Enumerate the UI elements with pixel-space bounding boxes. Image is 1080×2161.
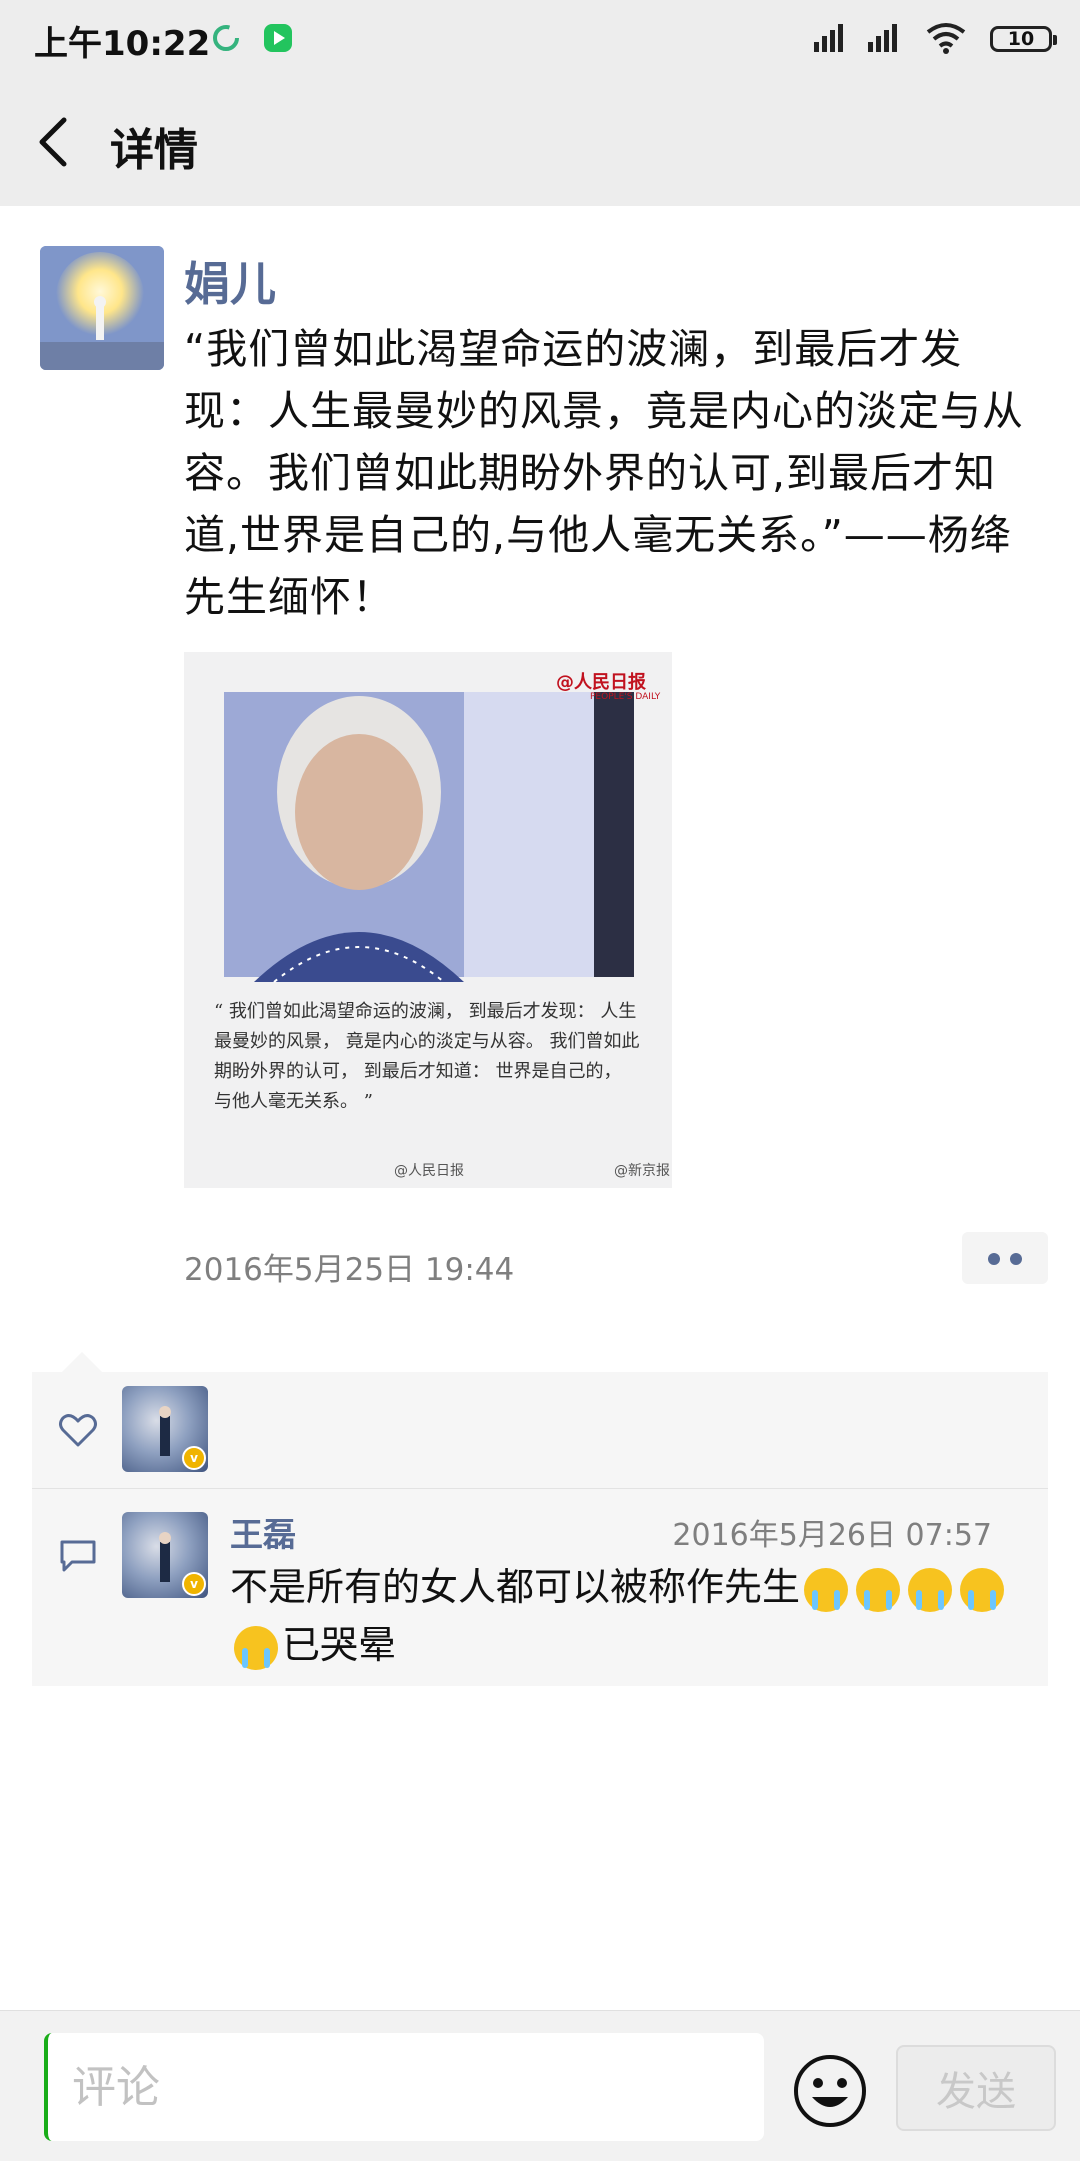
liker-avatar[interactable]: v — [122, 1386, 208, 1472]
comment-input[interactable] — [44, 2033, 764, 2141]
signal-icon-2 — [868, 24, 897, 52]
heart-icon — [59, 1414, 97, 1447]
image-credit-right: @新京报 — [614, 1163, 670, 1179]
send-button[interactable]: 发送 — [896, 2045, 1056, 2131]
comment-text[interactable]: 不是所有的女人都可以被称作先生已哭晕 — [230, 1558, 1030, 1674]
signal-icon — [814, 24, 843, 52]
emoji-button[interactable] — [792, 2053, 868, 2129]
crying-emoji-icon — [960, 1567, 1005, 1612]
image-quote: “ 我们曾如此渴望命运的波澜， 到最后才发现： 人生最曼妙的风景， 竟是内心的淡… — [214, 1001, 640, 1112]
status-time: 上午10:22 — [34, 24, 211, 64]
brand-subtitle: PEOPLE'S DAILY — [590, 692, 661, 702]
header: 详情 — [0, 76, 1080, 206]
likes-row: v — [32, 1372, 1048, 1488]
status-indicators: 10 — [812, 20, 1057, 60]
crying-emoji-icon — [856, 1567, 901, 1612]
author-name[interactable]: 娟儿 — [184, 248, 276, 314]
status-bar: 上午10:22 10 — [0, 0, 1080, 76]
wifi-icon — [926, 23, 966, 54]
more-dot-icon — [988, 1253, 1000, 1265]
sync-icon — [213, 25, 239, 51]
brand-logo: @人民日报 — [556, 672, 646, 693]
comment-text-part2: 已哭晕 — [282, 1623, 397, 1667]
more-button[interactable] — [962, 1232, 1048, 1284]
comment-icon — [60, 1540, 96, 1572]
post-text: “我们曾如此渴望命运的波澜，到最后才发现：人生最曼妙的风景，竟是内心的淡定与从容… — [184, 325, 1024, 621]
post-image[interactable]: @人民日报 PEOPLE'S DAILY “ 我们曾如此渴望命运的波澜， 到最后… — [184, 652, 672, 1188]
verified-badge-icon: v — [182, 1446, 206, 1470]
comment-bar: 发送 — [0, 2010, 1080, 2161]
back-button[interactable] — [30, 112, 80, 172]
page-title: 详情 — [110, 125, 198, 176]
comment-time: 2016年5月26日 07:57 — [672, 1518, 992, 1553]
more-dot-icon — [1010, 1253, 1022, 1265]
comment-text-part1: 不是所有的女人都可以被称作先生 — [230, 1565, 801, 1609]
verified-badge-icon: v — [182, 1572, 206, 1596]
author-avatar[interactable] — [40, 246, 164, 370]
crying-emoji-icon — [804, 1567, 849, 1612]
divider — [32, 1488, 1048, 1489]
portrait-photo — [224, 692, 634, 983]
image-credit-left: @人民日报 — [394, 1163, 464, 1179]
post-time: 2016年5月25日 19:44 — [184, 1252, 515, 1288]
commenter-name[interactable]: 王磊 — [230, 1508, 296, 1556]
crying-emoji-icon — [908, 1567, 953, 1612]
interaction-box: v v 王磊 2016年5月26日 07:57 不是所有的女人都可以被称作先生已… — [32, 1352, 1048, 1686]
video-app-icon — [264, 24, 292, 52]
commenter-avatar[interactable]: v — [122, 1512, 208, 1598]
crying-emoji-icon — [234, 1625, 278, 1670]
battery-indicator: 10 — [990, 26, 1057, 52]
avatar-moon-image — [40, 246, 164, 370]
